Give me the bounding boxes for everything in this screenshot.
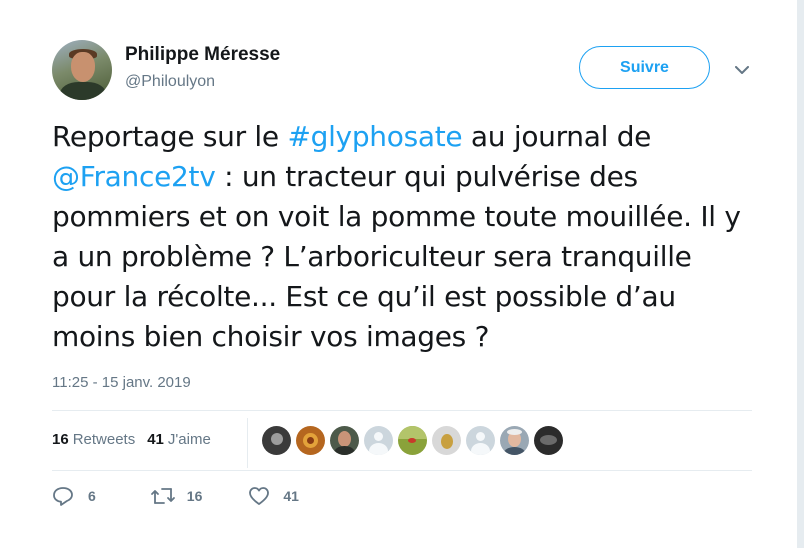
- retweet-count: 16: [186, 488, 203, 504]
- mention-link[interactable]: @France2tv: [52, 160, 216, 193]
- author-name[interactable]: Philippe Méresse: [125, 44, 280, 66]
- likes-stat[interactable]: 41 J'aime: [147, 431, 211, 448]
- like-count: 41: [283, 488, 299, 504]
- liker-avatar[interactable]: [364, 426, 393, 455]
- follow-button[interactable]: Suivre: [579, 46, 710, 89]
- reply-count: 6: [88, 488, 96, 504]
- heart-icon: [249, 487, 270, 505]
- retweet-button[interactable]: 16: [150, 486, 203, 506]
- tweet-text-segment: au journal de: [462, 120, 652, 153]
- liker-avatar[interactable]: [262, 426, 291, 455]
- likers-avatars: [262, 426, 563, 455]
- retweets-label: Retweets: [72, 431, 136, 448]
- retweet-icon: [150, 488, 175, 504]
- likes-count: 41: [147, 431, 164, 448]
- tweet-actions: 6 16 41: [52, 486, 299, 506]
- chevron-down-icon[interactable]: [732, 60, 752, 80]
- retweets-count: 16: [52, 431, 69, 448]
- like-button[interactable]: 41: [248, 486, 299, 506]
- tweet-card: Philippe Méresse @Philoulyon Suivre Repo…: [0, 0, 798, 548]
- avatar-face: [71, 52, 95, 82]
- tweet-timestamp[interactable]: 11:25 - 15 janv. 2019: [52, 374, 191, 391]
- liker-avatar[interactable]: [398, 426, 427, 455]
- liker-avatar[interactable]: [466, 426, 495, 455]
- author-handle[interactable]: @Philoulyon: [125, 73, 215, 91]
- liker-avatar[interactable]: [500, 426, 529, 455]
- divider: [52, 410, 752, 411]
- liker-avatar[interactable]: [296, 426, 325, 455]
- reply-icon: [53, 487, 73, 506]
- hashtag-link[interactable]: #glyphosate: [287, 120, 462, 153]
- liker-avatar[interactable]: [534, 426, 563, 455]
- divider: [52, 470, 752, 471]
- tweet-stats: 16 Retweets 41 J'aime: [52, 431, 211, 448]
- retweets-stat[interactable]: 16 Retweets: [52, 431, 135, 448]
- tweet-text-segment: Reportage sur le: [52, 120, 288, 153]
- liker-avatar[interactable]: [432, 426, 461, 455]
- author-avatar[interactable]: [52, 40, 112, 100]
- tweet-text: Reportage sur le #glyphosate au journal …: [52, 117, 762, 357]
- reply-button[interactable]: 6: [52, 486, 96, 506]
- likes-label: J'aime: [167, 431, 211, 448]
- liker-avatar[interactable]: [330, 426, 359, 455]
- stats-separator: [247, 418, 248, 468]
- avatar-shirt: [60, 82, 106, 100]
